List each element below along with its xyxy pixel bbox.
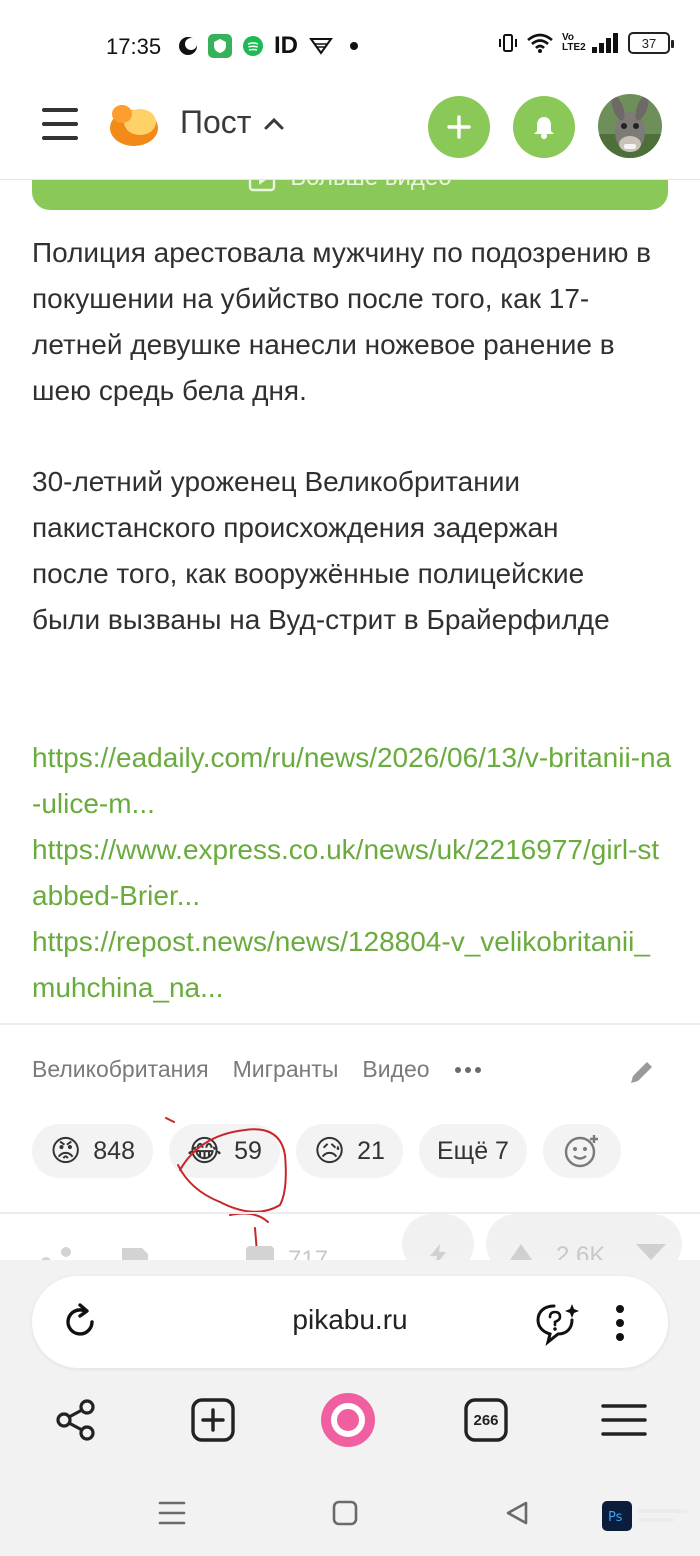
- source-link-1[interactable]: https://eadaily.com/ru/news/2026/06/13/v…: [32, 735, 672, 827]
- browser-toolbar: 266: [0, 1390, 700, 1460]
- more-tags-icon[interactable]: [454, 1065, 482, 1075]
- status-notification-icons: ID: [178, 32, 358, 60]
- tabs-count: 266: [473, 1411, 499, 1429]
- shield-app-icon: [208, 34, 232, 58]
- status-time: 17:35: [106, 34, 162, 59]
- rating-control: 2,6K: [486, 1214, 682, 1260]
- menu-icon[interactable]: [42, 108, 78, 140]
- bell-icon: [534, 117, 554, 139]
- sad-emoji-icon: 😥: [313, 1134, 346, 1168]
- upvote-icon[interactable]: [508, 1242, 534, 1260]
- page-title-dropdown[interactable]: Пост: [180, 104, 285, 141]
- add-emoji-icon: [564, 1135, 598, 1168]
- alice-assistant-button[interactable]: [318, 1390, 378, 1450]
- lightning-icon: [430, 1244, 446, 1260]
- rating-value: 2,6K: [556, 1242, 606, 1260]
- reaction-count: 21: [357, 1136, 385, 1165]
- wallet-icon: [309, 38, 333, 55]
- more-vertical-icon[interactable]: [614, 1304, 626, 1342]
- post-paragraph-2: 30-летний уроженец Великобритании пакист…: [32, 466, 610, 635]
- status-system-icons: Vo LTE2 37: [498, 32, 674, 54]
- source-links: https://eadaily.com/ru/news/2026/06/13/v…: [32, 735, 672, 1011]
- tag-item[interactable]: Великобритания: [32, 1056, 209, 1083]
- donkey-avatar-icon: [598, 94, 662, 158]
- photoshop-express-watermark-icon: Ps: [602, 1501, 688, 1531]
- post-paragraph-1: Полиция арестовала мужчину по подозрению…: [32, 237, 652, 406]
- comment-icon: [246, 1246, 274, 1260]
- comments-button[interactable]: 717: [244, 1244, 328, 1260]
- wifi-icon: [527, 33, 553, 53]
- dot-icon: [350, 42, 358, 50]
- boost-button[interactable]: [402, 1214, 474, 1260]
- new-tab-button[interactable]: [183, 1390, 243, 1450]
- tag-item[interactable]: Видео: [362, 1056, 429, 1083]
- page-title: Пост: [180, 104, 252, 140]
- volte-label: Vo LTE2: [562, 32, 586, 53]
- share-button[interactable]: [46, 1390, 106, 1450]
- create-post-button[interactable]: [428, 96, 490, 158]
- back-icon[interactable]: [504, 1500, 530, 1526]
- tag-list: Великобритания Мигранты Видео: [32, 1056, 482, 1083]
- notifications-button[interactable]: [513, 96, 575, 158]
- more-video-button[interactable]: Больше видео: [32, 180, 668, 210]
- status-bar: 17:35 ID Vo LTE2 37: [0, 0, 700, 92]
- signal-icon: [592, 33, 618, 53]
- more-video-label: Больше видео: [290, 180, 451, 192]
- spotify-icon: [243, 36, 263, 56]
- ai-assistant-icon[interactable]: [534, 1300, 580, 1346]
- home-icon[interactable]: [332, 1500, 358, 1526]
- source-link-2[interactable]: https://www.express.co.uk/news/uk/221697…: [32, 827, 672, 919]
- chevron-up-icon: [264, 117, 284, 129]
- recent-apps-icon[interactable]: [158, 1500, 186, 1526]
- downvote-icon[interactable]: [634, 1242, 668, 1260]
- browser-bottom-panel: pikabu.ru 266 Ps: [0, 1260, 700, 1556]
- alice-icon: [321, 1393, 375, 1447]
- reaction-angry-button[interactable]: 😡 848: [32, 1124, 153, 1178]
- tabs-button[interactable]: 266: [456, 1390, 516, 1450]
- source-link-3[interactable]: https://repost.news/news/128804-v_veliko…: [32, 919, 672, 1011]
- reactions-bar: 😡 848 😂 59 😥 21 Ещё 7: [32, 1124, 621, 1178]
- system-navigation-bar: Ps: [0, 1480, 700, 1556]
- moon-icon: [179, 37, 197, 55]
- add-reaction-button[interactable]: [542, 1124, 621, 1178]
- post-actions-row: 717 2,6K: [0, 1214, 700, 1260]
- add-tab-icon: [191, 1398, 235, 1442]
- menu-icon: [601, 1404, 647, 1436]
- share-post-icon[interactable]: [38, 1244, 74, 1260]
- angry-emoji-icon: 😡: [50, 1134, 82, 1168]
- post-content: Больше видео Полиция арестовала мужчину …: [0, 180, 700, 1260]
- plus-icon: [447, 115, 471, 139]
- id-label: ID: [274, 32, 298, 59]
- address-bar[interactable]: pikabu.ru: [32, 1276, 668, 1368]
- avatar[interactable]: [598, 94, 662, 158]
- video-play-icon: [249, 180, 276, 192]
- save-post-icon[interactable]: [118, 1244, 152, 1260]
- pikabu-logo[interactable]: [108, 100, 160, 148]
- more-reactions-button[interactable]: Ещё 7: [418, 1124, 527, 1178]
- reaction-count: 848: [93, 1136, 135, 1165]
- reaction-sad-button[interactable]: 😥 21: [295, 1124, 403, 1178]
- edit-tags-icon[interactable]: [626, 1056, 658, 1088]
- divider: [0, 1023, 700, 1025]
- vibrate-icon: [499, 34, 517, 52]
- tag-item[interactable]: Мигранты: [233, 1056, 339, 1083]
- svg-text:Ps: Ps: [608, 1510, 623, 1525]
- app-bar: Пост: [0, 92, 700, 180]
- comments-count: 717: [288, 1246, 329, 1260]
- browser-menu-button[interactable]: [594, 1390, 654, 1450]
- battery-indicator: 37: [628, 32, 674, 54]
- share-icon: [56, 1399, 95, 1441]
